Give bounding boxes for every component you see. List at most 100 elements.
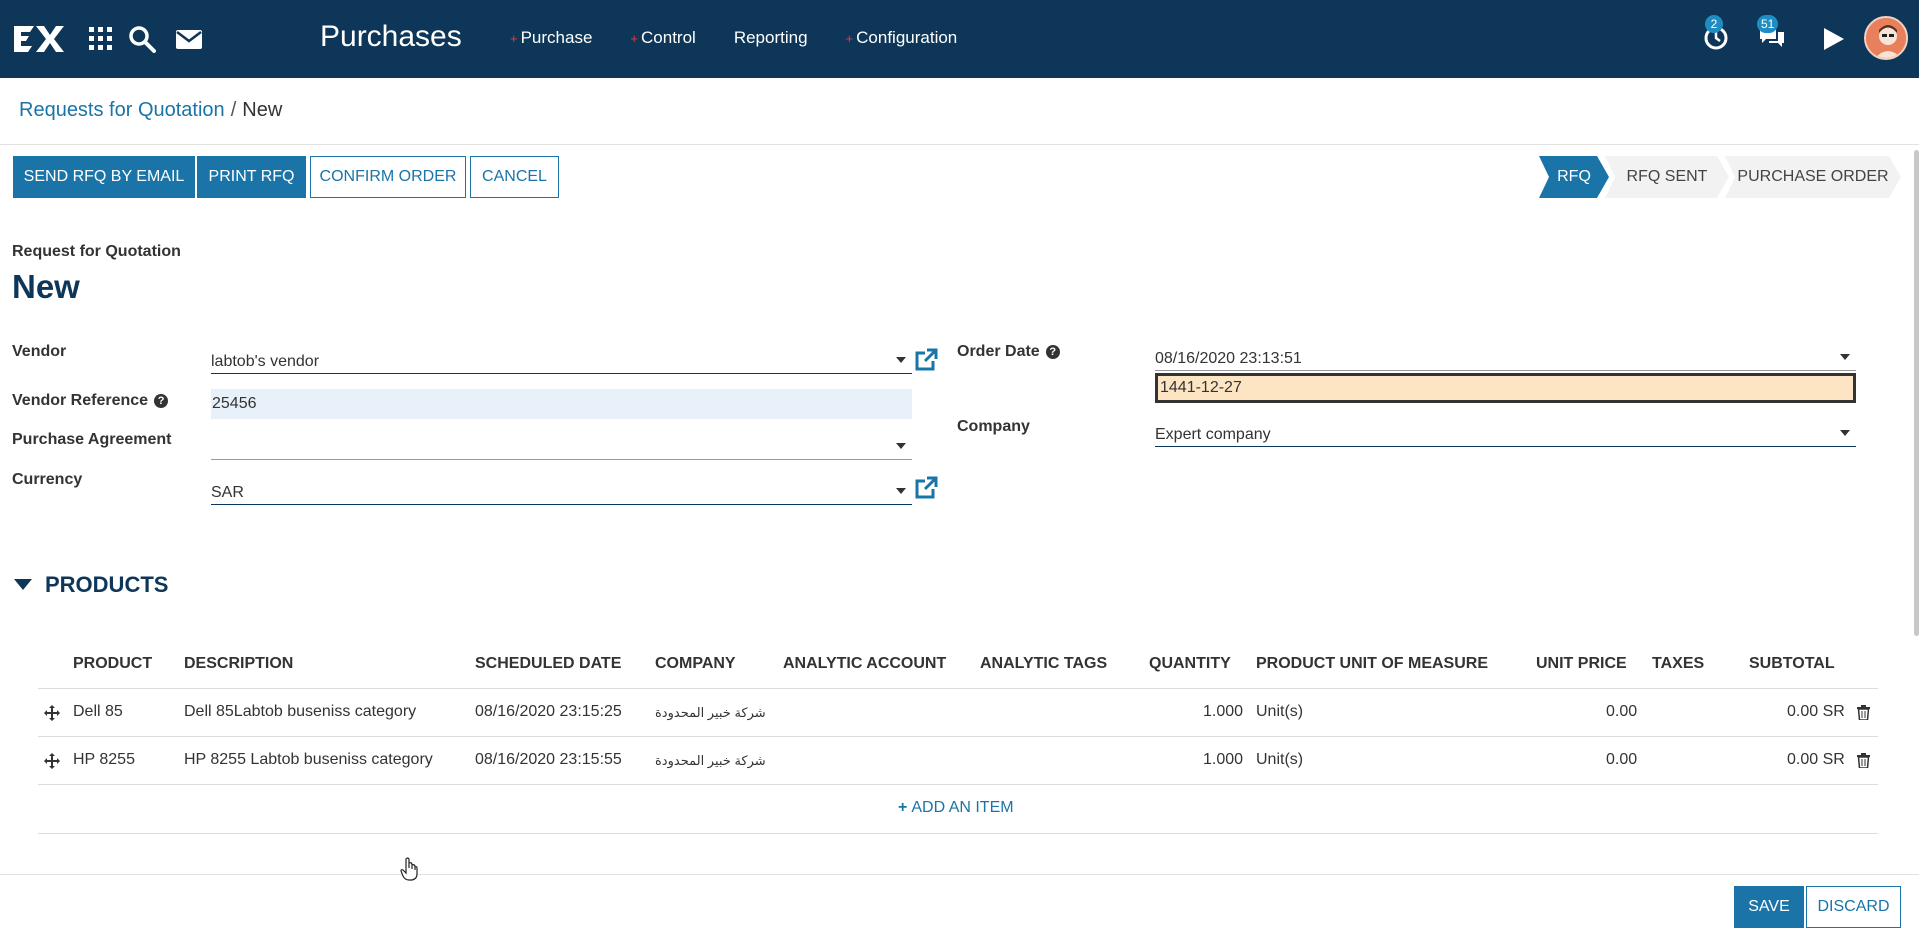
company-field[interactable]: Expert company	[1155, 417, 1856, 447]
vendor-reference-label: Vendor Reference?	[12, 392, 169, 410]
menu-purchase[interactable]: + Purchase	[510, 28, 592, 48]
app-title: Purchases	[320, 20, 462, 53]
table-divider	[38, 784, 1878, 785]
currency-label: Currency	[12, 471, 83, 488]
vendor-reference-input[interactable]: 25456	[211, 389, 912, 419]
products-section-title[interactable]: PRODUCTS	[45, 572, 168, 598]
cancel-button[interactable]: CANCEL	[470, 156, 559, 198]
currency-value: SAR	[211, 484, 244, 501]
play-icon[interactable]	[1818, 24, 1848, 54]
col-analytic-account: ANALYTIC ACCOUNT	[783, 655, 947, 672]
menu-reporting-label: Reporting	[733, 28, 808, 47]
currency-field[interactable]: SAR	[211, 475, 912, 505]
menu-reporting[interactable]: Reporting	[734, 28, 808, 48]
send-rfq-email-button[interactable]: SEND RFQ BY EMAIL	[13, 156, 195, 198]
col-description: DESCRIPTION	[184, 655, 294, 672]
messages-badge: 51	[1757, 15, 1779, 33]
menu-control[interactable]: + Control	[630, 28, 695, 48]
chevron-down-icon[interactable]	[1840, 430, 1850, 436]
row2-description[interactable]: HP 8255 Labtob buseniss category	[184, 751, 433, 769]
status-purchase-order[interactable]: PURCHASE ORDER	[1725, 156, 1901, 198]
status-rfq[interactable]: RFQ	[1539, 156, 1609, 198]
vendor-label: Vendor	[12, 343, 67, 360]
mail-icon[interactable]	[174, 24, 204, 54]
drag-handle-icon[interactable]	[44, 705, 60, 721]
trash-icon[interactable]	[1857, 705, 1870, 720]
vendor-reference-label-text: Vendor Reference	[12, 392, 149, 409]
col-uom: PRODUCT UNIT OF MEASURE	[1256, 655, 1488, 672]
col-company: COMPANY	[655, 655, 736, 672]
apps-grid-icon[interactable]	[86, 24, 116, 54]
external-link-icon[interactable]	[913, 475, 939, 501]
breadcrumb: Requests for Quotation / New	[19, 99, 282, 122]
section-collapse-icon[interactable]	[14, 579, 32, 590]
order-date-label: Order Date?	[957, 343, 1060, 361]
row1-scheduled-date[interactable]: 08/16/2020 23:15:25	[475, 703, 622, 721]
row1-unit-price[interactable]: 0.00	[1606, 703, 1637, 721]
scrollbar[interactable]	[1914, 150, 1919, 636]
chevron-down-icon[interactable]	[1840, 354, 1850, 360]
company-value: Expert company	[1155, 426, 1271, 443]
row2-unit-price[interactable]: 0.00	[1606, 751, 1637, 769]
status-rfq-sent[interactable]: RFQ SENT	[1605, 156, 1729, 198]
help-icon[interactable]: ?	[1045, 345, 1060, 359]
form-title: New	[12, 268, 80, 305]
row1-description[interactable]: Dell 85Labtob buseniss category	[184, 703, 416, 721]
activity-badge: 2	[1705, 15, 1723, 33]
row1-subtotal: 0.00 SR	[1787, 703, 1845, 720]
external-link-icon[interactable]	[913, 347, 939, 373]
col-scheduled-date: SCHEDULED DATE	[475, 655, 622, 672]
col-analytic-tags: ANALYTIC TAGS	[980, 655, 1108, 672]
hand-cursor-icon	[400, 857, 418, 881]
help-icon[interactable]: ?	[154, 394, 169, 408]
row1-quantity[interactable]: 1.000	[1203, 703, 1243, 721]
breadcrumb-parent-link[interactable]: Requests for Quotation	[19, 99, 225, 121]
hijri-date-input[interactable]: 1441-12-27	[1155, 373, 1856, 403]
save-button[interactable]: SAVE	[1734, 886, 1804, 928]
row2-quantity[interactable]: 1.000	[1203, 751, 1243, 769]
company-label: Company	[957, 418, 1030, 435]
top-navbar: Purchases + Purchase + Control Reporting +…	[0, 0, 1919, 78]
user-avatar-icon	[1866, 18, 1906, 58]
main-menu: + Purchase + Control Reporting + Configurat…	[510, 28, 995, 48]
col-quantity: QUANTITY	[1149, 655, 1231, 672]
trash-icon[interactable]	[1857, 753, 1870, 768]
chevron-down-icon[interactable]	[896, 443, 906, 449]
col-subtotal: SUBTOTAL	[1749, 655, 1835, 672]
order-date-value: 08/16/2020 23:13:51	[1155, 350, 1302, 367]
col-unit-price: UNIT PRICE	[1536, 655, 1627, 672]
plus-icon: +	[630, 31, 639, 46]
plus-icon: +	[845, 31, 854, 46]
row2-product[interactable]: HP 8255	[73, 751, 135, 769]
chevron-down-icon[interactable]	[896, 357, 906, 363]
table-divider	[38, 833, 1878, 834]
vendor-field[interactable]: labtob's vendor	[211, 344, 912, 374]
chevron-down-icon[interactable]	[896, 488, 906, 494]
row2-company[interactable]: شركة خبير المحدودة	[655, 753, 766, 769]
discard-button[interactable]: DISCARD	[1806, 886, 1901, 928]
divider	[0, 144, 1919, 145]
breadcrumb-current: New	[242, 99, 283, 121]
purchase-agreement-field[interactable]	[211, 430, 912, 460]
row2-subtotal: 0.00 SR	[1787, 751, 1845, 768]
drag-handle-icon[interactable]	[44, 753, 60, 769]
user-avatar[interactable]	[1864, 16, 1908, 60]
add-item-button[interactable]: + ADD AN ITEM	[898, 799, 1014, 817]
row2-scheduled-date[interactable]: 08/16/2020 23:15:55	[475, 751, 622, 769]
add-item-label: ADD AN ITEM	[911, 799, 1014, 816]
form-subtitle: Request for Quotation	[12, 243, 181, 260]
confirm-order-button[interactable]: CONFIRM ORDER	[310, 156, 466, 198]
logo-icon[interactable]	[12, 22, 64, 56]
menu-configuration[interactable]: + Configuration	[846, 28, 958, 48]
row1-uom[interactable]: Unit(s)	[1256, 703, 1303, 721]
row1-company[interactable]: شركة خبير المحدودة	[655, 705, 766, 721]
plus-icon: +	[898, 799, 908, 816]
vendor-value: labtob's vendor	[211, 353, 320, 370]
row1-product[interactable]: Dell 85	[73, 703, 123, 721]
purchase-agreement-label: Purchase Agreement	[12, 431, 172, 448]
row2-uom[interactable]: Unit(s)	[1256, 751, 1303, 769]
search-icon[interactable]	[127, 24, 157, 54]
order-date-field[interactable]: 08/16/2020 23:13:51	[1155, 341, 1856, 371]
print-rfq-button[interactable]: PRINT RFQ	[197, 156, 306, 198]
footer-divider	[0, 874, 1919, 875]
